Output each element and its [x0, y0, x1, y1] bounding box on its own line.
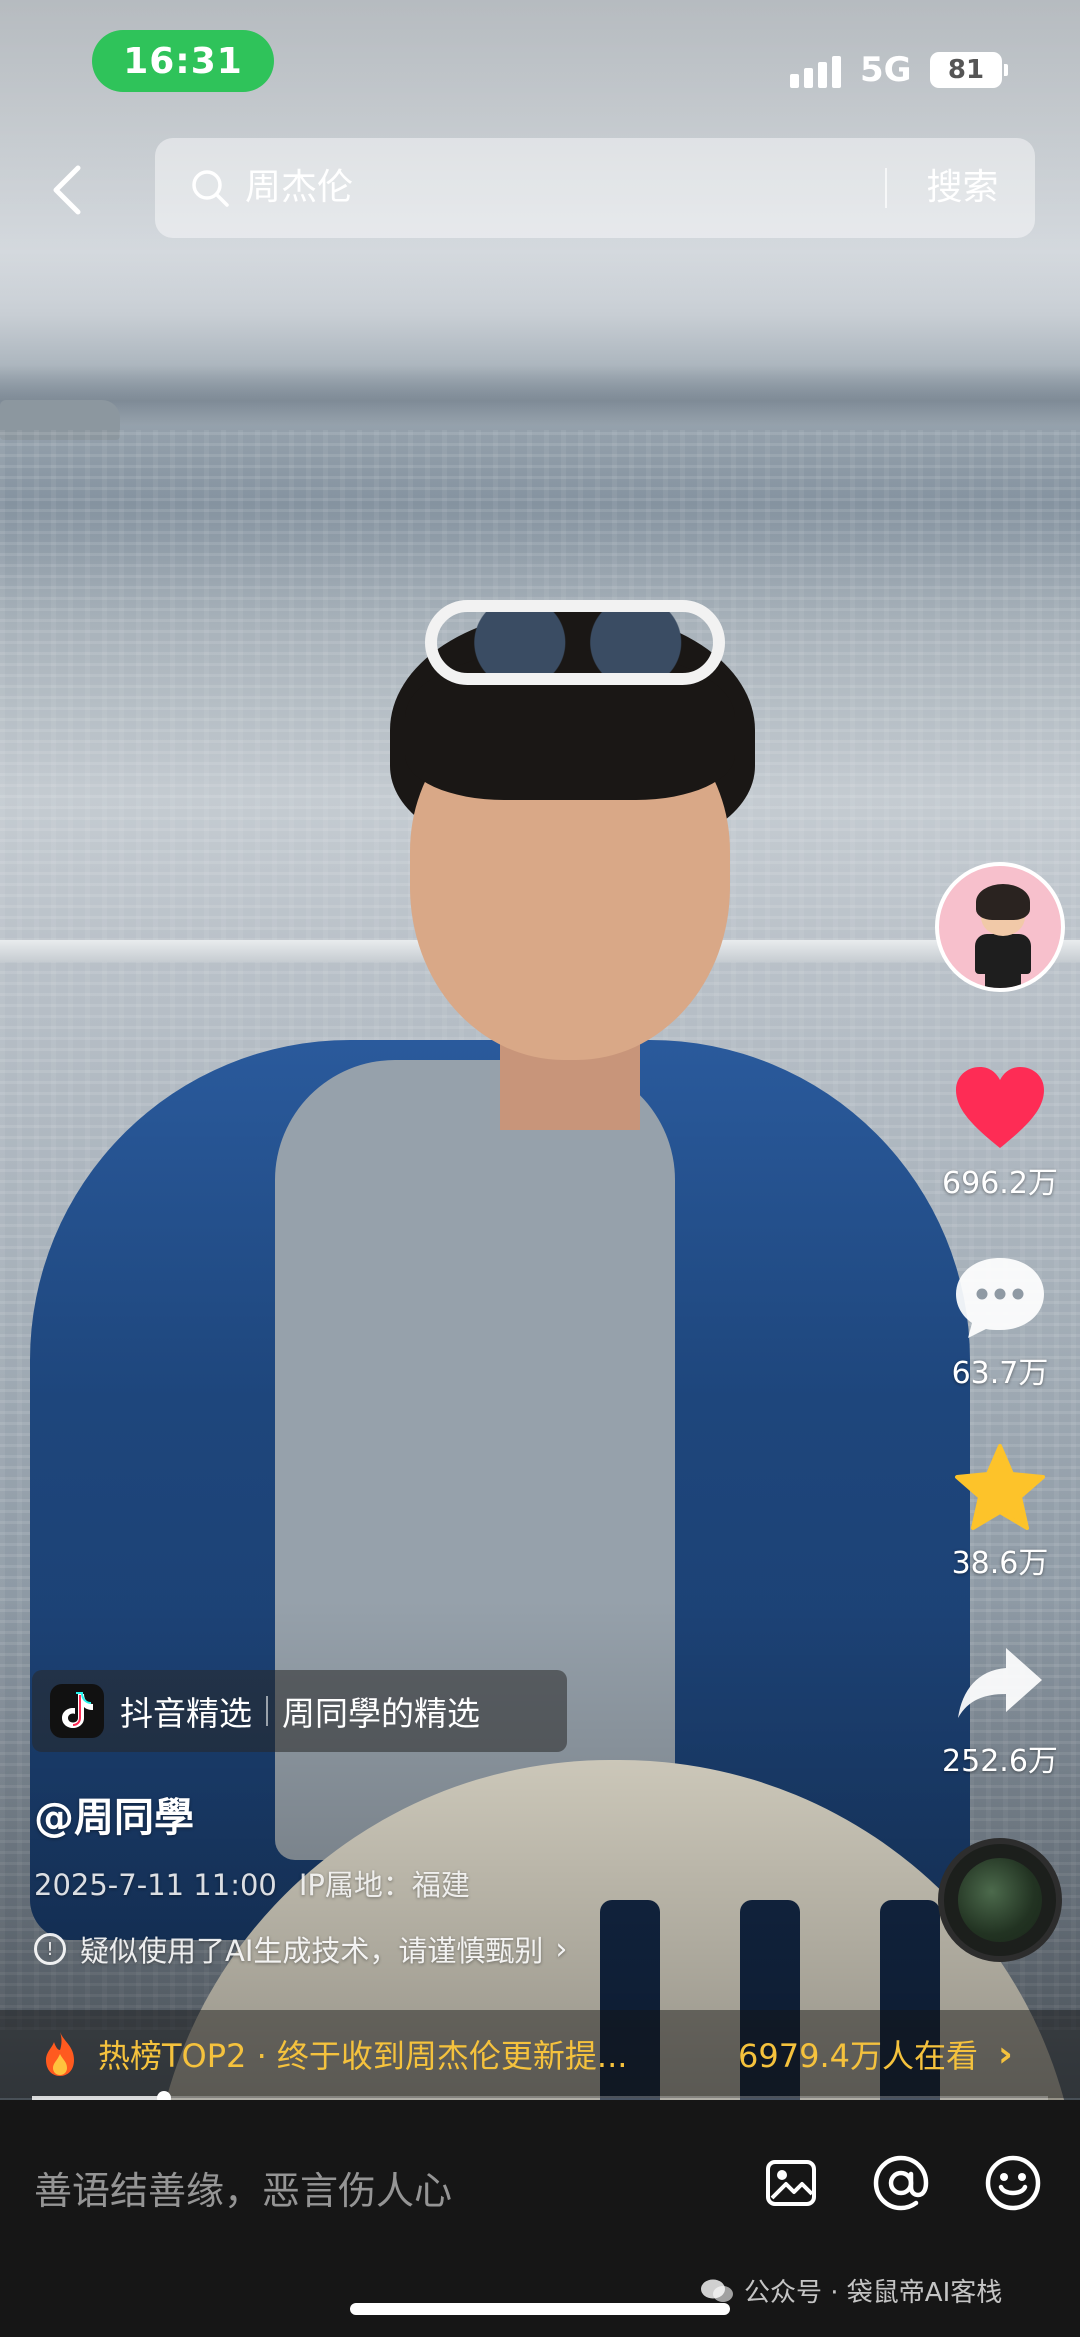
chevron-left-icon — [53, 165, 81, 215]
at-icon — [873, 2155, 929, 2211]
douyin-video-screen: 16:31 5G 81 周杰伦 搜索 696.2万 63.7万 38.6万 25… — [0, 0, 1080, 2337]
search-query[interactable]: 周杰伦 — [245, 163, 353, 213]
tag-separator — [266, 1696, 268, 1726]
share-button[interactable]: 252.6万 — [930, 1640, 1070, 1780]
smile-icon — [985, 2155, 1041, 2211]
tag-source: 抖音精选 — [120, 1694, 252, 1733]
comment-bar: 善语结善缘，恶言伤人心 公众号 · 袋鼠帝AI客栈 — [0, 2100, 1080, 2337]
network-type: 5G — [860, 50, 912, 90]
music-disc[interactable] — [938, 1838, 1062, 1962]
douyin-logo-icon — [50, 1684, 104, 1738]
like-button[interactable]: 696.2万 — [930, 1062, 1070, 1202]
douyin-note-icon — [62, 1692, 93, 1728]
chevron-right-icon: › — [555, 1931, 568, 1967]
tag-collection: 周同學的精选 — [282, 1694, 480, 1733]
search-icon — [192, 170, 229, 207]
ai-notice[interactable]: ! 疑似使用了AI生成技术，请谨慎甄别 › — [34, 1928, 567, 1970]
comment-count: 63.7万 — [951, 1356, 1049, 1391]
chevron-right-icon: › — [997, 2033, 1013, 2075]
publish-date: 2025-7-11 11:00 — [34, 1868, 277, 1902]
image-button[interactable] — [760, 2152, 822, 2214]
back-button[interactable] — [42, 160, 92, 220]
emoji-button[interactable] — [982, 2152, 1044, 2214]
author-name[interactable]: @周同學 — [34, 1785, 194, 1843]
search-divider — [885, 168, 887, 208]
avatar-legs — [985, 970, 1021, 988]
hot-viewers: 6979.4万人在看 — [738, 2037, 978, 2075]
image-icon — [766, 2160, 816, 2206]
home-indicator[interactable] — [350, 2303, 730, 2315]
heart-icon — [956, 1067, 1044, 1148]
comment-input[interactable]: 善语结善缘，恶言伤人心 — [34, 2160, 452, 2215]
wechat-icon — [701, 2279, 733, 2302]
fire-icon — [46, 2032, 74, 2076]
share-count: 252.6万 — [942, 1744, 1058, 1779]
ip-location: IP属地：福建 — [298, 1868, 470, 1902]
collection-tag[interactable]: 抖音精选 周同學的精选 — [32, 1670, 567, 1752]
status-time: 16:31 — [92, 30, 274, 92]
info-icon: ! — [34, 1933, 66, 1965]
hot-list-banner[interactable]: 热榜TOP2 · 终于收到周杰伦更新提... 6979.4万人在看 › — [0, 2010, 1080, 2098]
author-avatar[interactable] — [935, 862, 1065, 992]
like-count: 696.2万 — [942, 1166, 1058, 1201]
share-arrow-icon — [958, 1648, 1042, 1718]
favorite-count: 38.6万 — [951, 1546, 1049, 1581]
watermark: 公众号 · 袋鼠帝AI客栈 — [700, 2272, 1002, 2309]
battery-indicator: 81 — [930, 52, 1008, 88]
music-cover — [958, 1858, 1042, 1942]
ai-notice-text: 疑似使用了AI生成技术，请谨慎甄别 — [80, 1934, 544, 1968]
avatar-body — [975, 934, 1031, 974]
hot-topic-text: 热榜TOP2 · 终于收到周杰伦更新提... — [98, 2037, 628, 2075]
video-skyline — [0, 365, 1080, 425]
person-sunglasses — [425, 600, 725, 685]
search-button[interactable]: 搜索 — [905, 163, 1020, 213]
favorite-button[interactable]: 38.6万 — [930, 1442, 1070, 1582]
watermark-text: 公众号 · 袋鼠帝AI客栈 — [744, 2278, 1003, 2308]
avatar-hair — [976, 884, 1030, 920]
star-icon — [955, 1444, 1045, 1530]
signal-icon — [790, 52, 846, 88]
video-meta: 2025-7-11 11:00 IP属地：福建 — [34, 1862, 470, 1904]
speech-bubble-icon — [956, 1258, 1044, 1338]
mention-button[interactable] — [870, 2152, 932, 2214]
comment-button[interactable]: 63.7万 — [930, 1252, 1070, 1392]
search-bar[interactable]: 周杰伦 搜索 — [155, 138, 1035, 238]
